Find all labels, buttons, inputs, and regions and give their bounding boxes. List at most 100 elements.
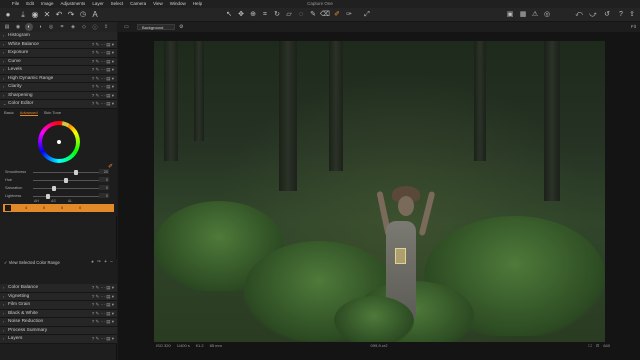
tool-controls[interactable]: ? ✎ ⋯ ▤ ▾ — [92, 92, 114, 100]
text-tool-icon[interactable]: A — [90, 10, 100, 20]
capture-icon[interactable]: ◉ — [30, 10, 40, 20]
slider-value[interactable]: 20 — [99, 169, 109, 174]
tab-color-icon[interactable]: ◐ — [25, 23, 33, 31]
tool-controls[interactable]: ? ✎ ⋯ ▤ ▾ — [92, 335, 114, 343]
tab-basic[interactable]: Basic — [4, 110, 14, 116]
menu-layer[interactable]: Layer — [92, 0, 103, 8]
zoom-tool-icon[interactable]: ⊕ — [248, 10, 258, 20]
timer-icon[interactable]: ◷ — [78, 10, 88, 20]
window-controls-icon[interactable]: ● — [3, 10, 13, 20]
add-icon[interactable]: + — [104, 259, 107, 265]
menu-file[interactable]: File — [12, 0, 19, 8]
color-sample-marker[interactable] — [395, 248, 406, 264]
viewer-icon[interactable]: ▣ — [505, 10, 515, 20]
menu-camera[interactable]: Camera — [130, 0, 146, 8]
tool-controls[interactable]: ? ✎ ⋯ ▤ ▾ — [92, 100, 114, 108]
tool-controls[interactable]: ? ✎ ⋯ ▤ ▾ — [92, 310, 114, 318]
menu-edit[interactable]: Edit — [26, 0, 34, 8]
slider-value[interactable]: 0 — [99, 177, 109, 182]
tool-film-grain[interactable]: › Film Grain ? ✎ ⋯ ▤ ▾ — [0, 301, 117, 310]
tool-color-editor[interactable]: ⌄ Color Editor ? ✎ ⋯ ▤ ▾ — [0, 100, 117, 109]
menu-adjustments[interactable]: Adjustments — [61, 0, 86, 8]
tool-controls[interactable]: ? ✎ ⋯ ▤ ▾ — [92, 293, 114, 301]
color-wheel[interactable] — [38, 121, 80, 163]
proof-icon[interactable]: ◎ — [542, 10, 552, 20]
tool-levels[interactable]: › Levels ? ✎ ⋯ ▤ ▾ — [0, 66, 117, 75]
tool-controls[interactable]: ? ✎ ⋯ ▤ ▾ — [92, 301, 114, 309]
grid-icon[interactable]: ▦ — [518, 10, 528, 20]
remove-icon[interactable]: − — [110, 259, 113, 265]
tool-controls[interactable]: ? ✎ ⋯ ▤ ▾ — [92, 58, 114, 66]
menu-window[interactable]: Window — [170, 0, 186, 8]
share-icon[interactable]: ⇪ — [627, 10, 637, 20]
zoom-label[interactable]: Fit — [631, 22, 636, 32]
view-selected-range-checkbox[interactable]: ✓ View Selected Color Range — [4, 260, 60, 265]
tab-adjustments-icon[interactable]: ◇ — [80, 23, 88, 31]
pan-tool-icon[interactable]: ✥ — [236, 10, 246, 20]
slider-knob[interactable] — [64, 177, 68, 183]
apple-icon[interactable] — [3, 0, 7, 8]
tab-advanced[interactable]: Advanced — [19, 110, 38, 116]
tool-white-balance[interactable]: › White Balance ? ✎ ⋯ ▤ ▾ — [0, 40, 117, 49]
slider-value[interactable]: 0 — [99, 185, 109, 190]
copy-adjustments-icon[interactable]: ⤺ — [574, 10, 584, 20]
fit-icon[interactable]: ⊡ — [596, 342, 599, 350]
menu-select[interactable]: Select — [111, 0, 124, 8]
color-range-row[interactable]: 4 0 0 0 — [3, 204, 114, 212]
redo-icon[interactable]: ↷ — [66, 10, 76, 20]
viewer-mode-icon[interactable]: ▭ — [124, 22, 129, 32]
layer-menu-icon[interactable]: ⚙ — [179, 22, 183, 32]
tool-curve[interactable]: › Curve ? ✎ ⋯ ▤ ▾ — [0, 57, 117, 66]
white-balance-picker-icon[interactable]: ✑ — [344, 10, 354, 20]
layer-dropdown[interactable]: Background — [137, 24, 175, 30]
tool-controls[interactable]: ? ✎ ⋯ ▤ ▾ — [92, 83, 114, 91]
apply-adjustments-icon[interactable]: ⤻ — [588, 10, 598, 20]
photo[interactable] — [154, 41, 605, 342]
cursor-tool-icon[interactable]: ↖ — [224, 10, 234, 20]
tool-controls[interactable]: ? ✎ ⋯ ▤ ▾ — [92, 49, 114, 57]
slider-knob[interactable] — [52, 185, 56, 191]
undo-icon[interactable]: ↶ — [54, 10, 64, 20]
slider-value[interactable]: 0 — [99, 193, 109, 198]
tool-layers[interactable]: › Layers ? ✎ ⋯ ▤ ▾ — [0, 335, 117, 344]
slider-knob[interactable] — [46, 193, 50, 199]
rotate-tool-icon[interactable]: ↻ — [272, 10, 282, 20]
menu-help[interactable]: Help — [193, 0, 202, 8]
tab-library-icon[interactable]: ▤ — [3, 23, 11, 31]
tool-controls[interactable]: ? ✎ ⋯ ▤ ▾ — [92, 66, 114, 74]
eraser-tool-icon[interactable]: ⌫ — [320, 10, 330, 20]
slider-track[interactable] — [33, 187, 99, 189]
keystone-tool-icon[interactable]: ▱ — [284, 10, 294, 20]
slider-track[interactable] — [33, 195, 99, 197]
tab-details-icon[interactable]: ◈ — [69, 23, 77, 31]
tool-sharpening[interactable]: › Sharpening ? ✎ ⋯ ▤ ▾ — [0, 91, 117, 100]
menu-view[interactable]: View — [153, 0, 163, 8]
tool-black-white[interactable]: › Black & White ? ✎ ⋯ ▤ ▾ — [0, 309, 117, 318]
tab-exposure-icon[interactable]: ◑ — [36, 23, 44, 31]
color-picker-icon[interactable]: ✐ — [332, 10, 342, 20]
slider-track[interactable] — [33, 171, 99, 173]
exposure-warning-icon[interactable]: ⚠ — [530, 10, 540, 20]
spot-tool-icon[interactable]: ◌ — [296, 10, 306, 20]
tab-skin-tone[interactable]: Skin Tone — [44, 110, 62, 116]
tab-metadata-icon[interactable]: ⓘ — [91, 23, 99, 31]
import-icon[interactable]: ⤓ — [18, 10, 28, 20]
picker-icon[interactable]: ◕ — [91, 259, 94, 265]
menu-image[interactable]: Image — [41, 0, 54, 8]
tab-capture-icon[interactable]: ◉ — [14, 23, 22, 31]
delete-icon[interactable]: ✕ — [42, 10, 52, 20]
tab-composition-icon[interactable]: ⌗ — [58, 23, 66, 31]
color-wheel-handle[interactable] — [57, 140, 61, 144]
tool-color-balance[interactable]: › Color Balance ? ✎ ⋯ ▤ ▾ — [0, 284, 117, 293]
reset-icon[interactable]: ↺ — [602, 10, 612, 20]
slider-saturation[interactable]: Saturation 0 — [5, 185, 115, 191]
tool-exposure[interactable]: › Exposure ? ✎ ⋯ ▤ ▾ — [0, 49, 117, 58]
slider-smoothness[interactable]: Smoothness 20 — [5, 169, 115, 175]
eyedropper-icon[interactable]: ✑ — [97, 259, 101, 265]
tool-vignetting[interactable]: › Vignetting ? ✎ ⋯ ▤ ▾ — [0, 292, 117, 301]
tool-controls[interactable]: ? ✎ ⋯ ▤ ▾ — [92, 318, 114, 326]
tool-histogram[interactable]: › Histogram — [0, 32, 117, 41]
slider-knob[interactable] — [74, 169, 78, 175]
expand-icon[interactable]: ⤢ — [362, 10, 372, 20]
rating-icon[interactable]: ☐ — [588, 342, 592, 350]
